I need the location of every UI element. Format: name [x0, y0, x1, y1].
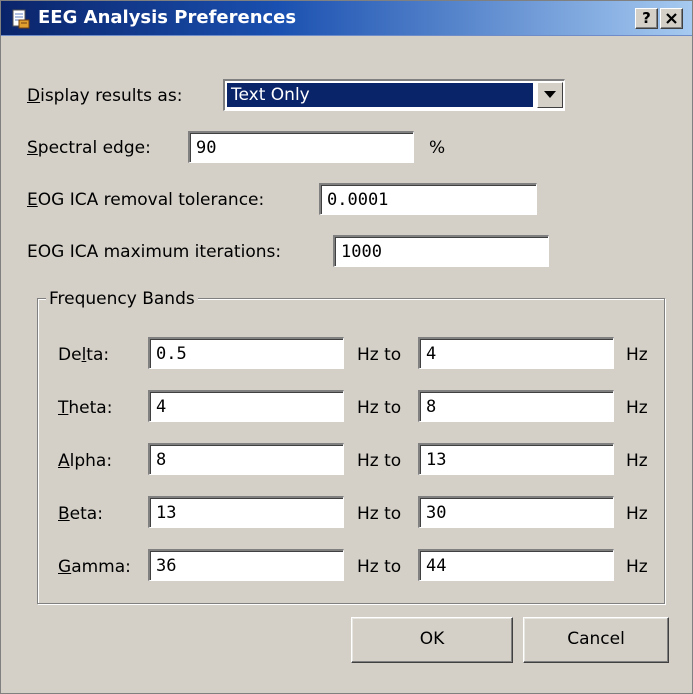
- help-button[interactable]: ?: [635, 8, 658, 29]
- alpha-hz-label: Hz: [626, 451, 648, 471]
- display-results-dropdown[interactable]: Text Only: [223, 79, 565, 111]
- eog-tolerance-input[interactable]: 0.0001: [319, 183, 537, 215]
- band-label-alpha: Alpha:: [58, 451, 113, 471]
- eog-tolerance-label: EOG ICA removal tolerance:: [27, 190, 265, 210]
- frequency-bands-title: Frequency Bands: [46, 288, 198, 310]
- eog-iterations-label: EOG ICA maximum iterations:: [27, 242, 282, 262]
- close-icon: [666, 13, 677, 24]
- gamma-hz-to-label: Hz to: [357, 557, 402, 577]
- band-label-delta: Delta:: [58, 345, 110, 365]
- beta-high-input[interactable]: 30: [418, 496, 614, 528]
- display-results-label: Display results as:: [27, 86, 183, 106]
- document-app-icon: [12, 9, 30, 29]
- beta-hz-label: Hz: [626, 504, 648, 524]
- delta-high-input[interactable]: 4: [418, 337, 614, 369]
- dropdown-button[interactable]: [537, 82, 563, 108]
- gamma-hz-label: Hz: [626, 557, 648, 577]
- gamma-high-input[interactable]: 44: [418, 549, 614, 581]
- cancel-button[interactable]: Cancel: [523, 617, 669, 663]
- theta-hz-label: Hz: [626, 398, 648, 418]
- beta-low-input[interactable]: 13: [148, 496, 344, 528]
- band-label-gamma: Gamma:: [58, 557, 131, 577]
- band-label-beta: Beta:: [58, 504, 103, 524]
- dialog-title: EEG Analysis Preferences: [38, 7, 297, 28]
- spectral-edge-input[interactable]: 90: [188, 131, 414, 163]
- gamma-low-input[interactable]: 36: [148, 549, 344, 581]
- theta-hz-to-label: Hz to: [357, 398, 402, 418]
- alpha-low-input[interactable]: 8: [148, 443, 344, 475]
- ok-button[interactable]: OK: [351, 617, 513, 663]
- theta-low-input[interactable]: 4: [148, 390, 344, 422]
- eog-iterations-input[interactable]: 1000: [333, 235, 549, 267]
- theta-high-input[interactable]: 8: [418, 390, 614, 422]
- title-bar[interactable]: EEG Analysis Preferences ?: [1, 1, 692, 36]
- alpha-high-input[interactable]: 13: [418, 443, 614, 475]
- display-results-value: Text Only: [227, 83, 533, 107]
- chevron-down-icon: [544, 91, 556, 98]
- delta-hz-label: Hz: [626, 345, 648, 365]
- band-label-theta: Theta:: [58, 398, 113, 418]
- alpha-hz-to-label: Hz to: [357, 451, 402, 471]
- delta-low-input[interactable]: 0.5: [148, 337, 344, 369]
- beta-hz-to-label: Hz to: [357, 504, 402, 524]
- preferences-dialog: EEG Analysis Preferences ? Display resul…: [0, 0, 693, 694]
- close-button[interactable]: [660, 8, 683, 29]
- delta-hz-to-label: Hz to: [357, 345, 402, 365]
- spectral-edge-label: Spectral edge:: [27, 138, 151, 158]
- spectral-edge-unit: %: [429, 138, 446, 158]
